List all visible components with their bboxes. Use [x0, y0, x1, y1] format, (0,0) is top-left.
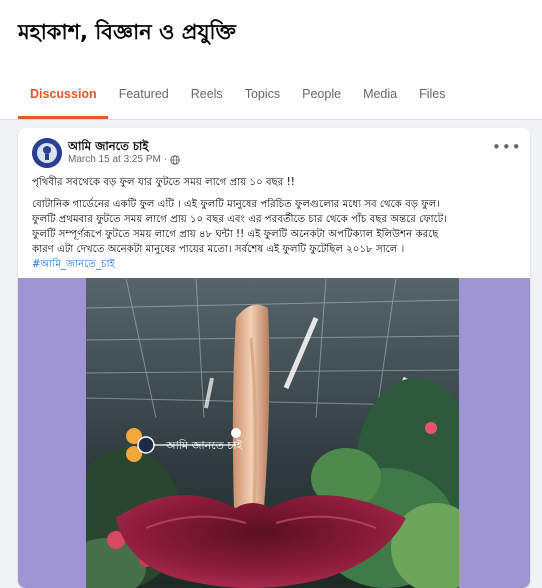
post-card: আমি জানতে চাই March 15 at 3:25 PM · ••• …	[18, 128, 530, 588]
post-hashtag[interactable]: #আমি_জানতে_চাই	[32, 257, 526, 272]
post-timestamp[interactable]: March 15 at 3:25 PM	[68, 154, 161, 165]
post-body: বোটানিক গার্ডেনের একটি ফুল এটি । এই ফুলট…	[32, 197, 526, 272]
group-title[interactable]: মহাকাশ, বিজ্ঞান ও প্রযুক্তি	[18, 16, 236, 51]
group-tabs: Discussion Featured Reels Topics People …	[18, 72, 542, 119]
tab-discussion[interactable]: Discussion	[18, 72, 108, 119]
post-body-line: কারণ এটা দেখতে অনেকটা মানুষের পায়ের মতো…	[32, 244, 405, 255]
group-header: মহাকাশ, বিজ্ঞান ও প্রযুক্তি Discussion F…	[0, 0, 542, 120]
post-body-line: ফুলটি সম্পূর্ণরূপে ফুটতে সময় লাগে প্রায…	[32, 229, 439, 240]
post-headline: পৃথিবীর সবথেকে বড় ফুল যার ফুটতে সময় লা…	[32, 177, 295, 188]
tab-people[interactable]: People	[291, 72, 352, 119]
watermark-text: আমি জানতে চাই	[165, 439, 243, 452]
tab-files[interactable]: Files	[408, 72, 456, 119]
dot-separator: ·	[163, 154, 168, 165]
post-meta: March 15 at 3:25 PM ·	[68, 154, 180, 165]
avatar-image-icon	[32, 138, 62, 168]
avatar[interactable]	[32, 138, 62, 168]
tab-featured[interactable]: Featured	[108, 72, 180, 119]
post-body-line: বোটানিক গার্ডেনের একটি ফুল এটি । এই ফুলট…	[32, 199, 440, 210]
tab-topics[interactable]: Topics	[234, 72, 291, 119]
post-photo[interactable]: আমি জানতে চাই	[86, 278, 459, 588]
flower-photo-image: আমি জানতে চাই	[86, 278, 459, 588]
post-media[interactable]: আমি জানতে চাই	[18, 278, 530, 588]
globe-icon	[170, 154, 180, 165]
post-body-line: ফুলটি প্রথমবার ফুটতে সময় লাগে প্রায় ১০…	[32, 214, 447, 225]
tab-media[interactable]: Media	[352, 72, 408, 119]
tab-reels[interactable]: Reels	[180, 72, 234, 119]
more-options-button[interactable]: •••	[492, 140, 521, 160]
